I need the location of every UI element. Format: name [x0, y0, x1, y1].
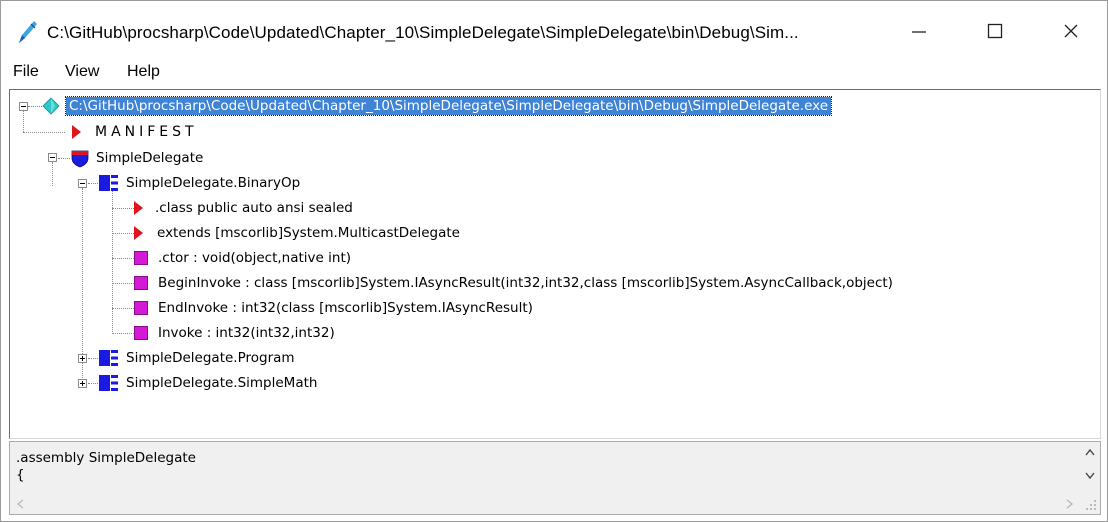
tree-connector: [88, 183, 98, 184]
tree-node-manifest[interactable]: MANIFEST: [72, 121, 198, 143]
tree-connector: [112, 233, 134, 234]
menu-help[interactable]: Help: [127, 63, 160, 81]
member-label: .ctor : void(object,native int): [158, 250, 352, 266]
method-icon: [134, 276, 148, 290]
tree-connector: [52, 162, 53, 186]
tree-node-namespace[interactable]: SimpleDelegate: [70, 147, 203, 169]
tree-node-binaryop[interactable]: SimpleDelegate.BinaryOp: [98, 172, 300, 194]
red-triangle-icon: [72, 125, 81, 139]
collapse-toggle[interactable]: [48, 153, 57, 162]
maximize-button[interactable]: [965, 13, 1025, 49]
minimize-icon: [912, 31, 926, 33]
scroll-right-icon[interactable]: [1066, 499, 1074, 509]
class-icon: [99, 375, 118, 391]
class-label: SimpleDelegate.Program: [126, 350, 295, 366]
tree-node-begininvoke[interactable]: BeginInvoke : class [mscorlib]System.IAs…: [134, 272, 893, 294]
tree-connector: [23, 108, 24, 132]
scroll-up-icon[interactable]: [1085, 448, 1095, 456]
member-label: extends [mscorlib]System.MulticastDelega…: [157, 225, 460, 241]
il-text-pane[interactable]: .assembly SimpleDelegate {: [9, 441, 1101, 515]
method-icon: [134, 326, 148, 340]
collapse-toggle[interactable]: [78, 179, 87, 188]
expand-toggle[interactable]: [78, 354, 87, 363]
collapse-toggle[interactable]: [19, 102, 28, 111]
tree-node-ctor[interactable]: .ctor : void(object,native int): [134, 247, 351, 269]
tree-connector: [112, 258, 134, 259]
red-triangle-icon: [134, 226, 143, 240]
method-icon: [134, 301, 148, 315]
tree-connector: [88, 383, 98, 384]
tree-node-simplemath[interactable]: SimpleDelegate.SimpleMath: [98, 372, 317, 394]
menu-view[interactable]: View: [65, 63, 99, 81]
tree-connector: [58, 158, 70, 159]
member-label: BeginInvoke : class [mscorlib]System.IAs…: [158, 275, 893, 291]
tree-connector: [112, 333, 134, 334]
ildasm-window: C:\GitHub\procsharp\Code\Updated\Chapter…: [0, 0, 1108, 522]
tree-connector: [112, 283, 134, 284]
class-icon: [99, 350, 118, 366]
namespace-label: SimpleDelegate: [96, 150, 204, 166]
tree-connector: [112, 188, 113, 334]
member-label: .class public auto ansi sealed: [155, 200, 353, 216]
method-icon: [134, 251, 148, 265]
root-path-label: C:\GitHub\procsharp\Code\Updated\Chapter…: [64, 96, 833, 116]
class-icon: [99, 175, 118, 191]
close-button[interactable]: [1041, 13, 1101, 49]
tree-node-extends[interactable]: extends [mscorlib]System.MulticastDelega…: [134, 222, 460, 244]
title-bar[interactable]: C:\GitHub\procsharp\Code\Updated\Chapter…: [1, 1, 1107, 59]
tree-node-invoke[interactable]: Invoke : int32(int32,int32): [134, 322, 335, 344]
maximize-icon: [987, 23, 1003, 39]
manifest-label: MANIFEST: [95, 124, 198, 140]
tree-connector: [88, 358, 98, 359]
tree-connector: [23, 132, 65, 133]
scroll-left-icon[interactable]: [16, 499, 24, 509]
minimize-button[interactable]: [889, 13, 949, 49]
horizontal-scrollbar[interactable]: [10, 494, 1080, 514]
pen-icon: [19, 21, 37, 43]
close-icon: [1064, 24, 1078, 38]
shield-icon: [71, 150, 89, 168]
tree-connector: [82, 188, 83, 382]
il-line: .assembly SimpleDelegate: [16, 450, 196, 466]
tree-node-program[interactable]: SimpleDelegate.Program: [98, 347, 295, 369]
il-line: {: [16, 467, 25, 483]
class-label: SimpleDelegate.SimpleMath: [126, 375, 318, 391]
scroll-down-icon[interactable]: [1085, 472, 1095, 480]
resize-grip-icon[interactable]: [1085, 499, 1097, 511]
menu-bar: File View Help: [1, 59, 1107, 87]
tree-node-endinvoke[interactable]: EndInvoke : int32(class [mscorlib]System…: [134, 297, 533, 319]
expand-toggle[interactable]: [78, 379, 87, 388]
tree-connector: [112, 208, 134, 209]
member-label: Invoke : int32(int32,int32): [158, 325, 335, 341]
tree-connector: [112, 308, 134, 309]
menu-file[interactable]: File: [13, 63, 39, 81]
diamond-icon: [42, 97, 60, 115]
tree-view[interactable]: C:\GitHub\procsharp\Code\Updated\Chapter…: [9, 89, 1101, 439]
vertical-scrollbar[interactable]: [1080, 442, 1100, 492]
window-title: C:\GitHub\procsharp\Code\Updated\Chapter…: [47, 23, 799, 42]
tree-connector: [28, 106, 42, 107]
member-label: EndInvoke : int32(class [mscorlib]System…: [158, 300, 533, 316]
tree-node-root[interactable]: C:\GitHub\procsharp\Code\Updated\Chapter…: [42, 95, 833, 117]
class-label: SimpleDelegate.BinaryOp: [126, 175, 301, 191]
red-triangle-icon: [134, 201, 143, 215]
il-text: .assembly SimpleDelegate {: [16, 450, 196, 484]
tree-node-class-decl[interactable]: .class public auto ansi sealed: [134, 197, 353, 219]
